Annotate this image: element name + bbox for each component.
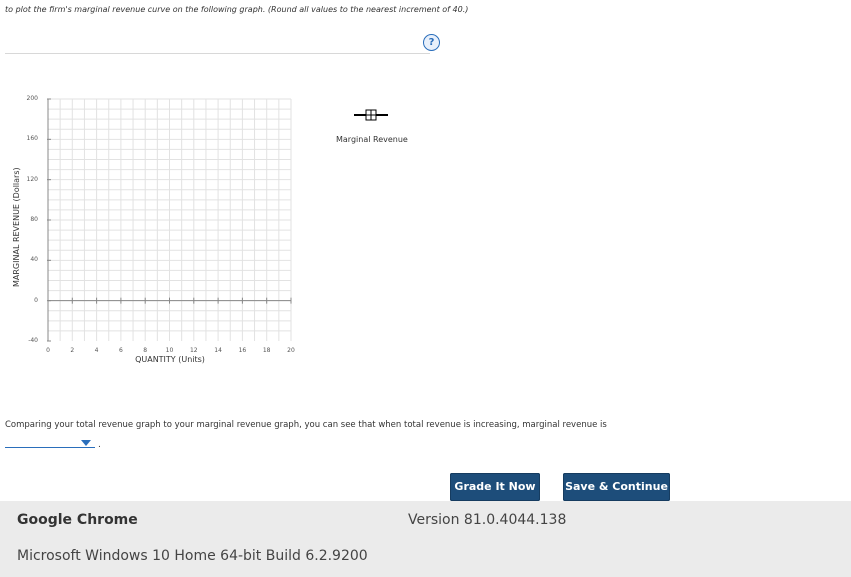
x-tick-label: 2	[70, 347, 75, 354]
x-tick-label: 10	[165, 347, 174, 354]
save-continue-button[interactable]: Save & Continue	[563, 473, 670, 501]
x-tick-label: 6	[118, 347, 123, 354]
x-tick-label: 20	[287, 347, 295, 354]
x-tick-label: 4	[94, 347, 99, 354]
chart-plot-area[interactable]	[47, 98, 297, 348]
x-tick-label: 8	[143, 347, 148, 354]
answer-dropdown[interactable]	[5, 437, 95, 448]
browser-version: Version 81.0.4044.138	[408, 512, 567, 528]
x-axis-label: QUANTITY (Units)	[135, 355, 205, 364]
x-tick-label: 0	[46, 347, 50, 354]
y-tick-label: 120	[26, 175, 38, 183]
y-tick-label: -40	[28, 337, 38, 344]
x-tick-label: 14	[214, 347, 222, 354]
os-info: Microsoft Windows 10 Home 64-bit Build 6…	[17, 548, 368, 564]
legend-label: Marginal Revenue	[336, 135, 408, 144]
y-tick-label: 200	[26, 95, 38, 102]
instruction-text: to plot the firm's marginal revenue curv…	[5, 5, 469, 14]
y-axis-label: MARGINAL REVENUE (Dollars)	[12, 167, 21, 287]
sentence-period: .	[98, 440, 101, 450]
y-tick-label: 0	[34, 296, 38, 304]
divider	[5, 53, 430, 54]
x-tick-label: 12	[189, 347, 198, 354]
chevron-down-icon	[81, 440, 91, 446]
y-tick-label: 80	[30, 216, 38, 223]
question-prompt: Comparing your total revenue graph to yo…	[5, 420, 607, 430]
y-tick-label: 160	[26, 135, 38, 143]
marginal-revenue-legend-marker[interactable]	[353, 105, 389, 125]
x-tick-label: 18	[262, 347, 271, 354]
help-icon[interactable]: ?	[423, 34, 440, 51]
browser-info-footer: Google Chrome Version 81.0.4044.138 Micr…	[0, 501, 851, 577]
browser-name: Google Chrome	[17, 512, 138, 528]
grade-it-now-button[interactable]: Grade It Now	[450, 473, 540, 501]
y-tick-label: 40	[30, 256, 38, 264]
x-tick-label: 16	[238, 347, 247, 354]
